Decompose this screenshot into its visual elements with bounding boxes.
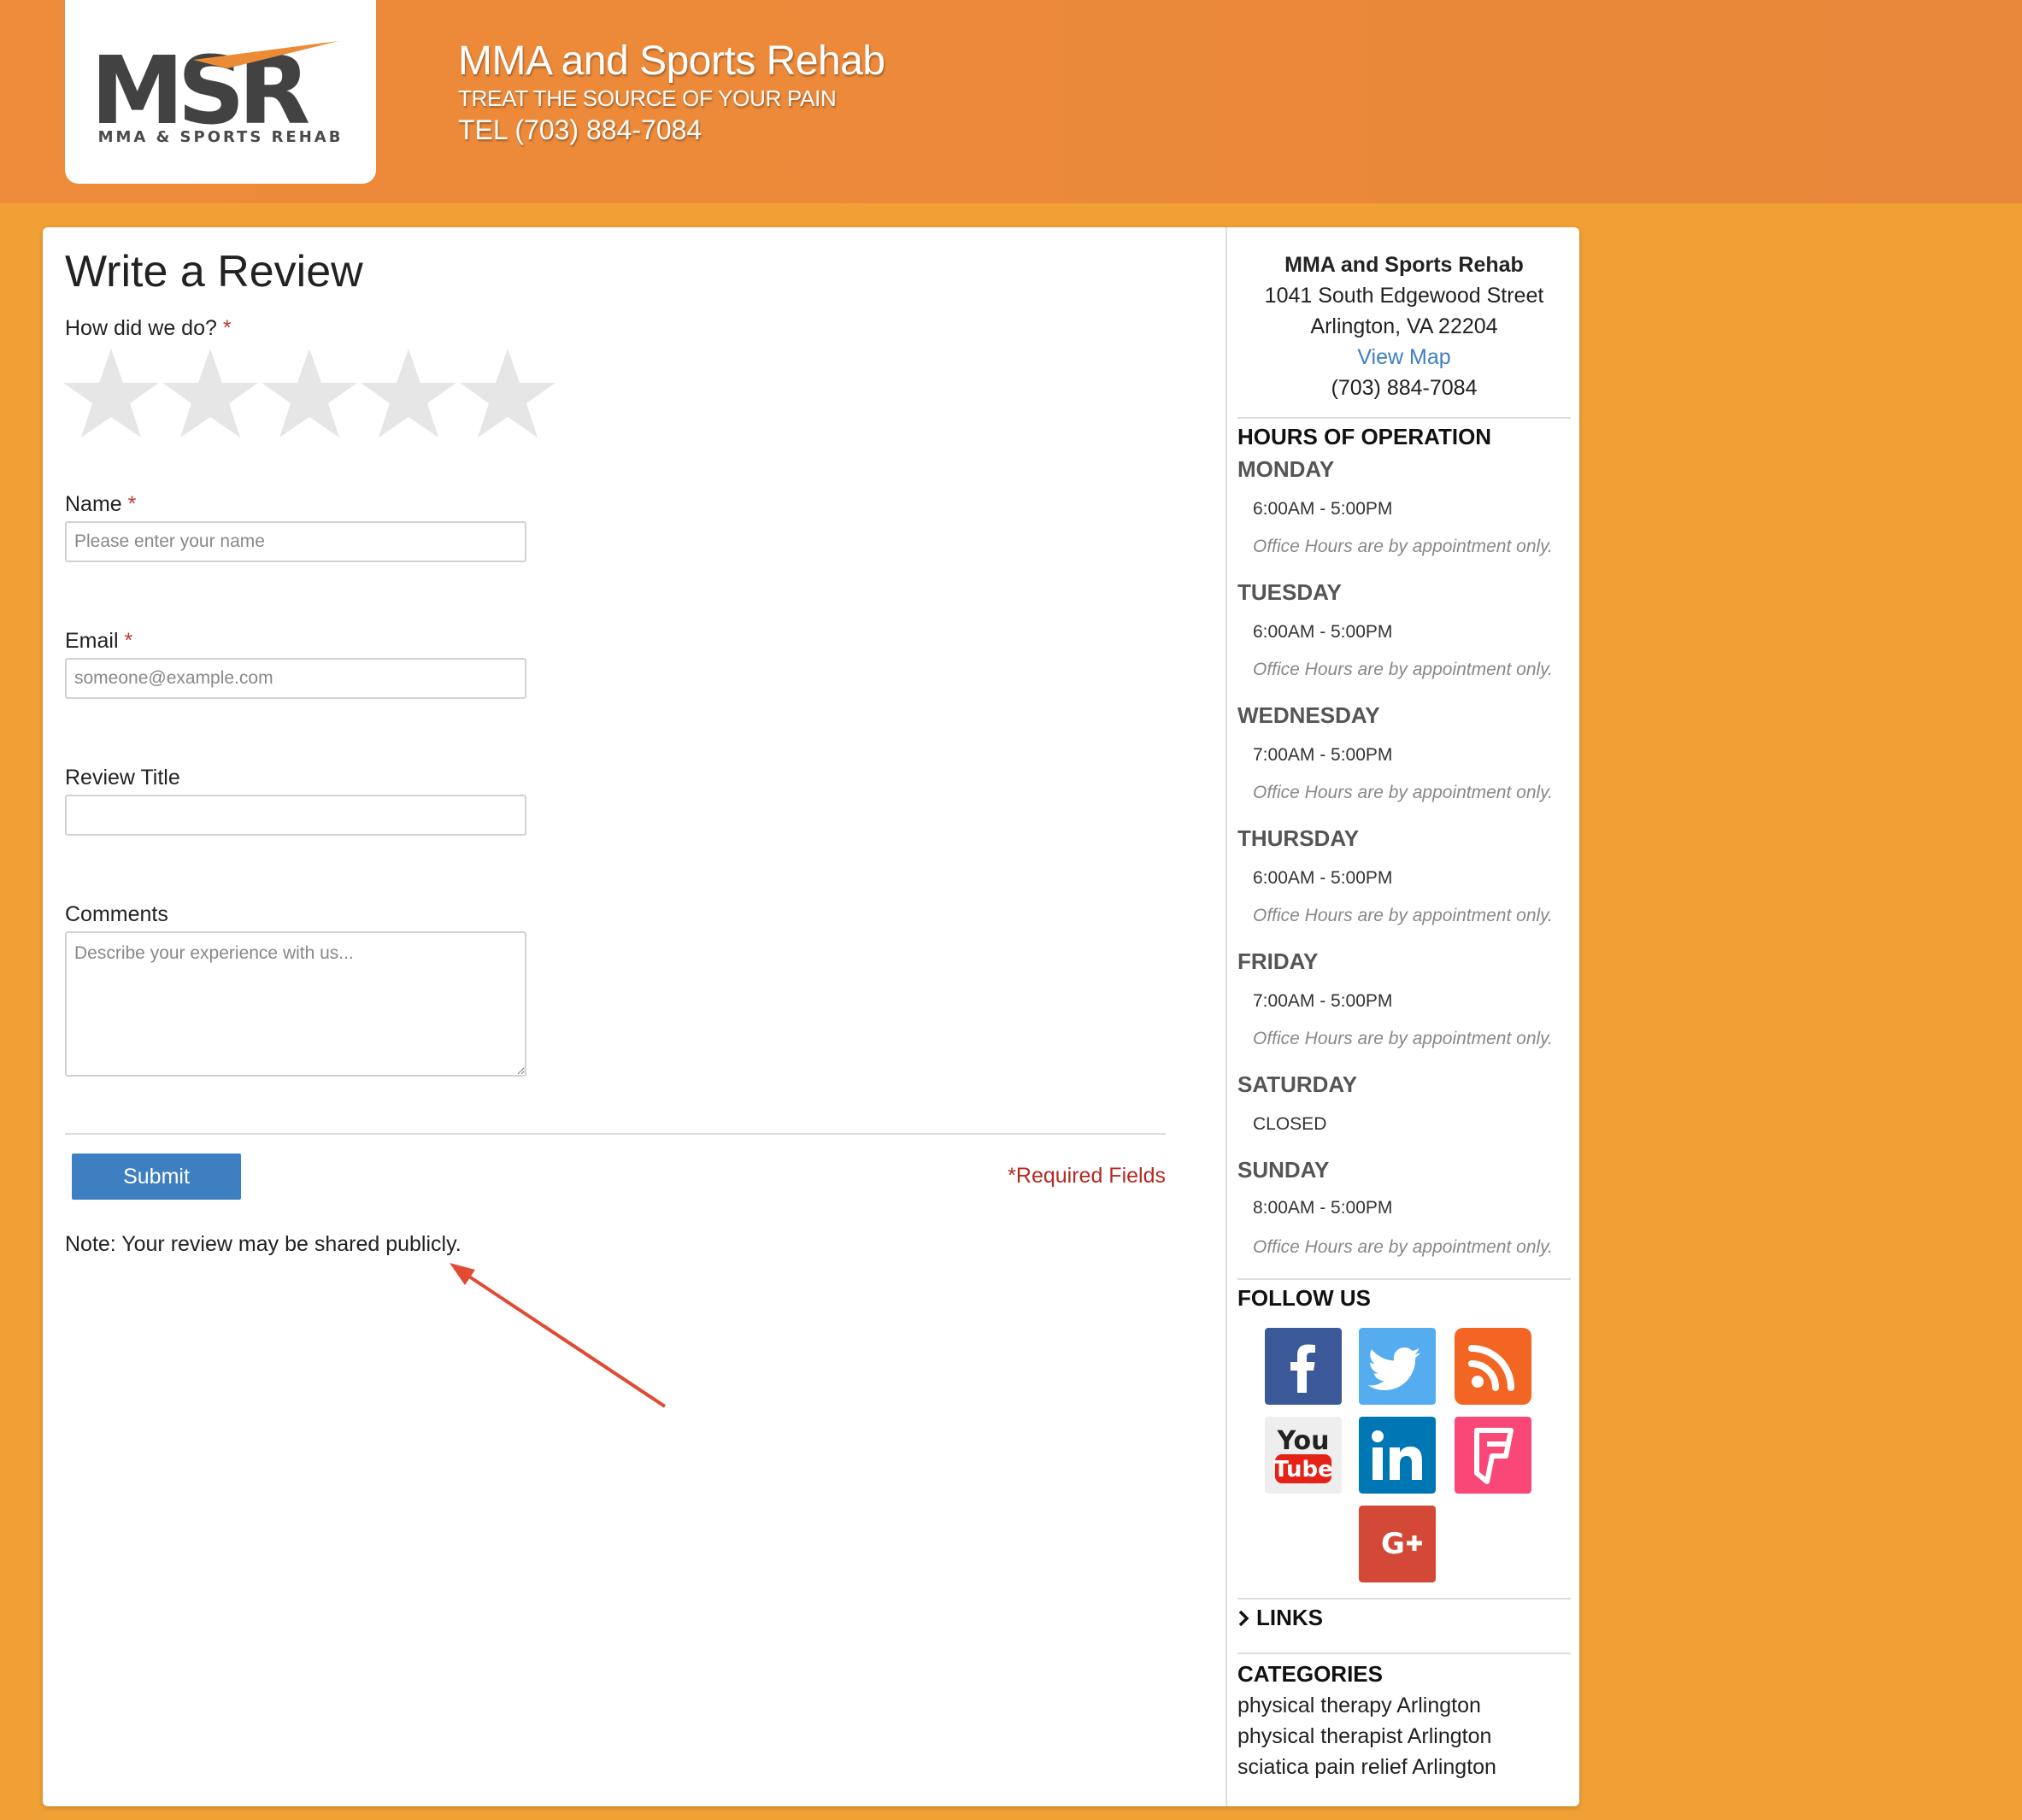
business-city: Arlington, VA 22204 [1310, 314, 1498, 338]
day-hours: 7:00AM - 5:00PM [1253, 745, 1393, 765]
page-title: Write a Review [65, 247, 363, 296]
star-icon[interactable] [62, 345, 161, 439]
facebook-icon[interactable] [1265, 1328, 1342, 1405]
appointment-note: Office Hours are by appointment only. [1253, 906, 1553, 925]
name-label: Name * [65, 492, 137, 516]
svg-text:G: G [1381, 1527, 1405, 1561]
day-name: SUNDAY [1237, 1157, 1330, 1183]
public-share-note: Note: Your review may be shared publicly… [65, 1232, 461, 1256]
review-title-input[interactable] [65, 795, 526, 836]
star-icon[interactable] [161, 345, 260, 439]
youtube-icon[interactable]: You Tube [1265, 1417, 1342, 1494]
day-hours: 7:00AM - 5:00PM [1253, 991, 1393, 1011]
review-form: Write a Review How did we do? * Name * E… [43, 227, 1224, 1806]
sidebar-divider [1237, 417, 1571, 419]
hours-heading: HOURS OF OPERATION [1237, 424, 1492, 449]
header-phone[interactable]: TEL (703) 884-7084 [458, 111, 885, 149]
content-card: Write a Review How did we do? * Name * E… [43, 227, 1579, 1806]
day-name: WEDNESDAY [1237, 702, 1380, 728]
site-tagline: TREAT THE SOURCE OF YOUR PAIN [458, 85, 837, 111]
view-map-link[interactable]: View Map [1357, 345, 1450, 369]
appointment-note: Office Hours are by appointment only. [1253, 660, 1553, 679]
star-icon[interactable] [458, 345, 557, 439]
logo-subtitle: MMA & SPORTS REHAB [97, 128, 344, 146]
email-input[interactable] [65, 658, 526, 699]
appointment-note: Office Hours are by appointment only. [1253, 783, 1553, 802]
linkedin-icon[interactable] [1359, 1417, 1436, 1494]
category-link[interactable]: physical therapist Arlington [1237, 1724, 1491, 1749]
star-icon[interactable] [260, 345, 359, 439]
categories-heading: CATEGORIES [1237, 1661, 1383, 1687]
day-name: SATURDAY [1237, 1071, 1358, 1097]
day-hours: 6:00AM - 5:00PM [1253, 868, 1393, 888]
category-link[interactable]: sciatica pain relief Arlington [1237, 1755, 1496, 1780]
sidebar-divider [1237, 1278, 1571, 1280]
day-hours: 6:00AM - 5:00PM [1253, 622, 1393, 642]
name-input[interactable] [65, 521, 526, 562]
submit-button[interactable]: Submit [72, 1154, 241, 1200]
follow-heading: FOLLOW US [1237, 1285, 1371, 1311]
sidebar-divider [1237, 1598, 1571, 1600]
foursquare-icon[interactable] [1455, 1417, 1531, 1494]
twitter-icon[interactable] [1359, 1328, 1436, 1405]
day-name: THURSDAY [1237, 825, 1360, 851]
sidebar-divider [1237, 1653, 1571, 1654]
chevron-right-icon [1238, 1610, 1249, 1627]
comments-label: Comments [65, 902, 168, 926]
svg-text:Tube: Tube [1273, 1457, 1333, 1482]
site-title: MMA and Sports Rehab [458, 38, 885, 84]
business-info: MMA and Sports Rehab 1041 South Edgewood… [1227, 250, 1581, 403]
day-name: FRIDAY [1237, 948, 1319, 974]
star-rating[interactable] [62, 345, 557, 439]
business-street: 1041 South Edgewood Street [1264, 284, 1544, 308]
links-label: LINKS [1256, 1605, 1323, 1630]
sidebar: MMA and Sports Rehab 1041 South Edgewood… [1226, 227, 1581, 1806]
category-link[interactable]: physical therapy Arlington [1237, 1694, 1481, 1718]
rating-label: How did we do? * [65, 316, 232, 340]
star-icon[interactable] [359, 345, 458, 439]
business-phone[interactable]: (703) 884-7084 [1227, 373, 1581, 403]
day-hours: CLOSED [1253, 1114, 1327, 1134]
header-text: MMA and Sports Rehab TREAT THE SOURCE OF… [458, 38, 885, 149]
appointment-note: Office Hours are by appointment only. [1253, 1029, 1553, 1048]
day-name: MONDAY [1237, 456, 1335, 482]
site-header: MSR MMA & SPORTS REHAB MMA and Sports Re… [0, 0, 2022, 203]
logo[interactable]: MSR MMA & SPORTS REHAB [65, 0, 376, 184]
comments-textarea[interactable] [65, 931, 526, 1077]
rss-icon[interactable] [1455, 1328, 1531, 1405]
links-toggle[interactable]: LINKS [1237, 1605, 1323, 1631]
appointment-note: Office Hours are by appointment only. [1253, 537, 1553, 556]
svg-text:You: You [1277, 1426, 1330, 1456]
google-plus-icon[interactable]: G [1359, 1506, 1436, 1582]
form-divider [65, 1133, 1166, 1135]
required-fields-note: *Required Fields [1008, 1164, 1166, 1188]
day-hours: 8:00AM - 5:00PM [1253, 1198, 1393, 1218]
day-name: TUESDAY [1237, 579, 1342, 605]
review-title-label: Review Title [65, 766, 180, 790]
email-label: Email * [65, 629, 133, 653]
appointment-note: Office Hours are by appointment only. [1253, 1237, 1553, 1257]
msr-logo-mark: MSR [91, 36, 338, 137]
day-hours: 6:00AM - 5:00PM [1253, 499, 1393, 519]
business-name: MMA and Sports Rehab [1284, 253, 1524, 277]
